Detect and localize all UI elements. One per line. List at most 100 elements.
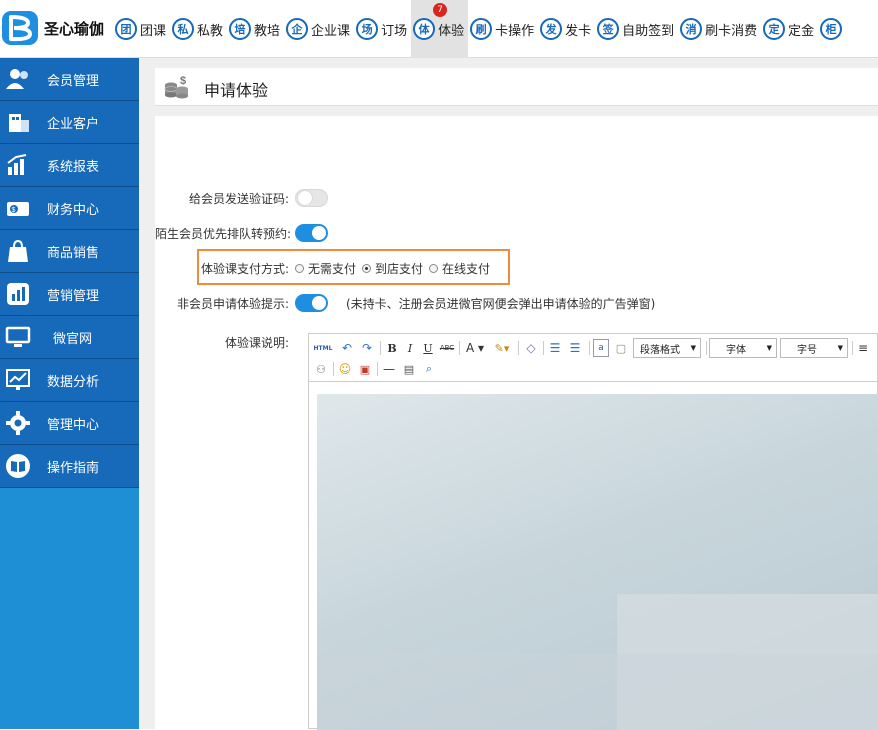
nav-circle-icon: 消 [680, 18, 703, 40]
nav-item-1[interactable]: 私私教 [170, 0, 227, 58]
sidebar-item-8[interactable]: 管理中心 [0, 402, 139, 445]
nav-item-3[interactable]: 企企业课 [284, 0, 354, 58]
horizontal-rule-icon[interactable]: — [381, 360, 397, 378]
radio-label: 在线支付 [442, 261, 491, 276]
payment-options: 无需支付 到店支付 在线支付 [295, 260, 496, 277]
payment-option-online[interactable]: 在线支付 [429, 260, 490, 277]
radio-label: 无需支付 [308, 261, 357, 276]
sidebar-item-3[interactable]: $ 财务中心 [0, 187, 139, 230]
nav-circle-icon: 柜 [820, 18, 843, 40]
nav-label: 企业课 [311, 23, 351, 39]
underline-icon[interactable]: U [421, 339, 435, 357]
nav-item-2[interactable]: 培教培 [227, 0, 284, 58]
sidebar-item-label: 数据分析 [47, 374, 100, 390]
nav-circle-icon: 团 [115, 18, 137, 40]
nav-item-4[interactable]: 场订场 [354, 0, 411, 58]
text-box-icon[interactable]: a [593, 339, 609, 357]
nav-item-7[interactable]: 发发卡 [538, 0, 595, 58]
font-color-icon[interactable]: A ▾ [464, 339, 486, 357]
coins-icon: $ [164, 75, 188, 99]
sidebar-item-1[interactable]: 企业客户 [0, 101, 139, 144]
sidebar-item-label: 营销管理 [47, 288, 100, 304]
align-left-icon[interactable]: ≡ [855, 339, 871, 357]
image-placeholder-graphic [317, 594, 878, 730]
chevron-down-icon: ▼ [690, 344, 696, 352]
nav-circle-icon: 私 [172, 18, 195, 40]
paragraph-format-label: 段落格式 [640, 344, 680, 356]
brand[interactable]: 圣心瑜伽 [0, 8, 104, 48]
bold-icon[interactable]: B [385, 339, 399, 357]
preview-icon[interactable]: ⌕ [421, 360, 437, 378]
nonmember-row: 非会员申请体验提示: (未持卡、注册会员进微官网便会弹出申请体验的广告弹窗) [155, 291, 655, 315]
sidebar-item-6[interactable]: 微官网 [0, 316, 139, 359]
document-icon[interactable]: ▢ [613, 339, 629, 357]
queue-toggle[interactable] [295, 224, 328, 242]
nav-item-11[interactable]: 柜 [818, 0, 849, 58]
toggle-knob [312, 226, 326, 240]
desc-row: 体验课说明: [155, 330, 295, 354]
toggle-knob [298, 191, 312, 205]
ordered-list-icon[interactable]: ☰ [547, 339, 563, 357]
eraser-icon[interactable]: ◇ [523, 339, 539, 357]
sidebar-item-5[interactable]: 营销管理 [0, 273, 139, 316]
payment-option-none[interactable]: 无需支付 [295, 260, 356, 277]
nav-circle-icon: 签 [597, 18, 620, 40]
unordered-list-icon[interactable]: ☰ [567, 339, 583, 357]
highlight-color-icon[interactable]: ✎▾ [490, 339, 514, 357]
nav-circle-icon: 企 [286, 18, 309, 40]
nav-item-10[interactable]: 定定金 [761, 0, 818, 58]
sidebar-item-0[interactable]: 会员管理 [0, 58, 139, 101]
payment-option-store[interactable]: 到店支付 [362, 260, 423, 277]
font-family-select[interactable]: 字体 ▼ [709, 338, 777, 358]
shopping-bag-icon [3, 236, 33, 266]
nav-item-9[interactable]: 消刷卡消费 [678, 0, 761, 58]
send-code-toggle[interactable] [295, 189, 328, 207]
emoji-icon[interactable]: ☺ [337, 360, 353, 378]
form-panel: 给会员发送验证码: 陌生会员优先排队转预约: 体验课支付方式: 无需支付 到店支… [155, 116, 878, 730]
strikethrough-icon[interactable]: ABC [439, 339, 455, 357]
nav-label: 私教 [197, 23, 224, 39]
rich-text-editor: HTML ↶ ↷ B I U ABC A ▾ ✎▾ ◇ ☰ ☰ a ▢ 段落格式… [308, 333, 878, 730]
nonmember-hint: (未持卡、注册会员进微官网便会弹出申请体验的广告弹窗) [346, 296, 656, 311]
sidebar-item-7[interactable]: 数据分析 [0, 359, 139, 402]
sidebar-item-4[interactable]: 商品销售 [0, 230, 139, 273]
html-source-button[interactable]: HTML [313, 339, 333, 357]
send-code-row: 给会员发送验证码: [155, 186, 328, 210]
nav-item-5[interactable]: 体体验 7 [411, 0, 469, 58]
sidebar-item-label: 财务中心 [47, 202, 100, 218]
redo-icon[interactable]: ↷ [359, 339, 375, 357]
nav-circle-icon: 体 [413, 18, 436, 40]
print-icon[interactable]: ▤ [401, 360, 417, 378]
paragraph-format-select[interactable]: 段落格式 ▼ [633, 338, 701, 358]
nav-item-0[interactable]: 团团课 [113, 0, 170, 58]
queue-label: 陌生会员优先排队转预约: [155, 226, 292, 241]
nav-label: 团课 [140, 23, 167, 39]
enterprise-icon [3, 107, 33, 137]
page-title: 申请体验 [204, 81, 269, 100]
nav-label: 卡操作 [495, 23, 535, 39]
nav-label: 教培 [254, 23, 281, 39]
chevron-down-icon: ▼ [766, 344, 772, 352]
sidebar-item-9[interactable]: 操作指南 [0, 445, 139, 488]
undo-icon[interactable]: ↶ [339, 339, 355, 357]
nonmember-toggle[interactable] [295, 294, 328, 312]
radio-dot [429, 263, 439, 273]
analytics-icon [3, 365, 33, 395]
image-icon[interactable]: ▣ [357, 360, 373, 378]
nav-label: 刷卡消费 [705, 23, 758, 39]
italic-icon[interactable]: I [403, 339, 417, 357]
sidebar-item-label: 管理中心 [47, 417, 100, 433]
marketing-icon [3, 279, 33, 309]
nav-circle-icon: 发 [540, 18, 563, 40]
top-bar: 圣心瑜伽 团团课私私教培教培企企业课场订场体体验 7 刷卡操作发发卡签自助签到消刷卡… [0, 0, 878, 58]
nav-item-6[interactable]: 刷卡操作 [468, 0, 538, 58]
map-icon[interactable]: ⚇ [313, 360, 329, 378]
sidebar-item-2[interactable]: 系统报表 [0, 144, 139, 187]
nav-circle-icon: 场 [356, 18, 379, 40]
nav-item-8[interactable]: 签自助签到 [595, 0, 678, 58]
nav-label: 自助签到 [622, 23, 675, 39]
monitor-icon [3, 322, 33, 352]
sidebar-item-label: 会员管理 [47, 73, 100, 89]
font-size-select[interactable]: 字号 ▼ [780, 338, 848, 358]
editor-image[interactable] [317, 394, 878, 730]
